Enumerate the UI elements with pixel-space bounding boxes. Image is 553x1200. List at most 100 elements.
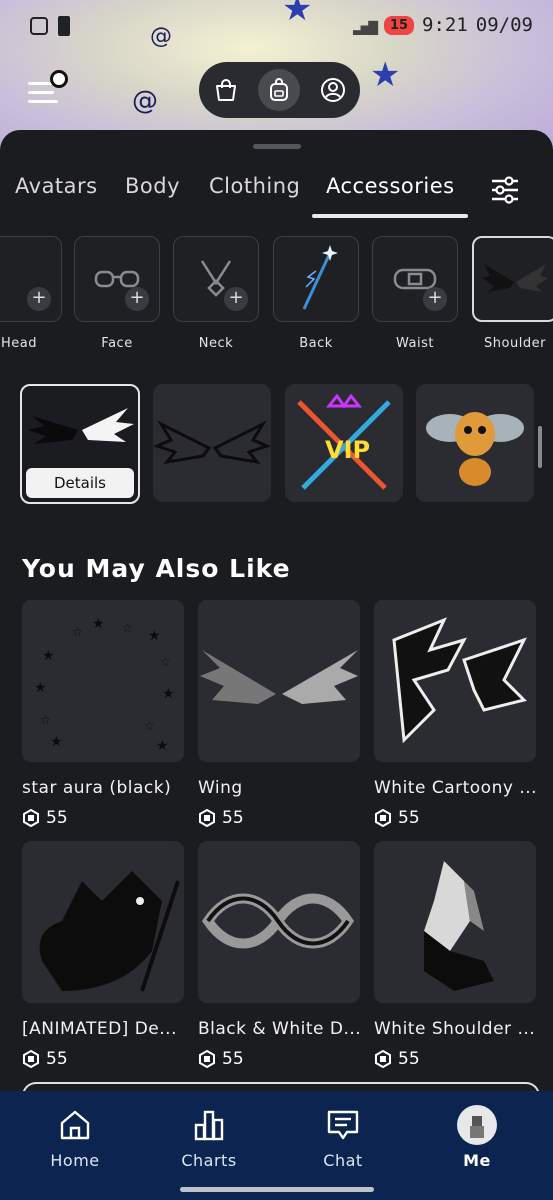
subcategory-tile: + — [173, 236, 259, 322]
item-price-value: 55 — [222, 1049, 244, 1069]
home-indicator[interactable] — [180, 1187, 374, 1192]
scrollbar[interactable] — [538, 426, 542, 468]
item-card[interactable]: White Shoulder ... 55 — [374, 841, 536, 1069]
bottom-navigation: Home Charts Chat Me — [0, 1091, 553, 1200]
status-time: 9:21 — [422, 14, 468, 36]
robux-icon — [375, 1050, 391, 1068]
charts-icon — [194, 1110, 224, 1141]
wing-thumbnail — [482, 264, 548, 292]
item-thumbnail: ★ ☆ ★ ☆ ★ ☆ ★ ★ ☆ ☆ ★ ★ — [22, 600, 184, 762]
alert-icon — [58, 16, 70, 36]
add-icon: + — [224, 287, 248, 311]
category-tabs: Avatars Body Clothing Accessories — [0, 174, 553, 214]
item-price-value: 55 — [46, 1049, 68, 1069]
section-title: You May Also Like — [22, 554, 291, 583]
nav-charts[interactable]: Charts — [164, 1105, 254, 1170]
swirl-decoration: @ — [132, 86, 158, 116]
robux-icon — [199, 809, 215, 827]
item-thumbnail — [198, 600, 360, 762]
item-thumbnail — [374, 600, 536, 762]
svg-text:☆: ☆ — [144, 719, 155, 733]
robux-icon — [23, 809, 39, 827]
subcategory-face[interactable]: + Face — [74, 236, 160, 351]
dark-wings-thumbnail — [153, 420, 271, 465]
sliders-icon — [492, 176, 518, 204]
item-card[interactable]: ★ ☆ ★ ☆ ★ ☆ ★ ★ ☆ ☆ ★ ★ star aura (black… — [22, 600, 184, 828]
animated-demon-cat-thumbnail — [39, 871, 180, 992]
nav-home[interactable]: Home — [30, 1105, 120, 1170]
equipped-item-selected[interactable]: Details — [20, 384, 140, 504]
avatar-button[interactable] — [312, 69, 354, 111]
item-price-value: 55 — [46, 808, 68, 828]
nav-label: Chat — [323, 1151, 363, 1170]
subcategory-waist[interactable]: + Waist — [372, 236, 458, 351]
add-icon: + — [125, 287, 149, 311]
menu-button[interactable] — [28, 70, 68, 104]
black-white-wings-thumbnail — [28, 408, 134, 444]
svg-text:★: ★ — [42, 648, 55, 664]
subcategory-tile: + — [372, 236, 458, 322]
mode-switcher — [199, 62, 360, 118]
svg-text:VIP: VIP — [325, 436, 370, 464]
equipped-item[interactable]: VIP — [285, 384, 403, 502]
subcategory-label: Neck — [198, 336, 234, 351]
svg-text:★: ★ — [50, 734, 63, 750]
item-price-value: 55 — [222, 808, 244, 828]
nav-label: Home — [50, 1151, 100, 1170]
nav-chat[interactable]: Chat — [298, 1105, 388, 1170]
svg-text:★: ★ — [162, 686, 175, 702]
item-thumbnail — [374, 841, 536, 1003]
status-icons-left — [30, 16, 70, 36]
white-shoulder-thumbnail — [424, 861, 494, 991]
battery-badge: 15 — [383, 15, 415, 35]
tab-clothing[interactable]: Clothing — [209, 174, 300, 198]
filter-button[interactable] — [490, 176, 526, 206]
item-card[interactable]: White Cartoony ... 55 — [374, 600, 536, 828]
item-price: 55 — [374, 808, 536, 828]
item-card[interactable]: [ANIMATED] De... 55 — [22, 841, 184, 1069]
signal-icon: ▂▄▆ — [353, 15, 378, 35]
item-price: 55 — [198, 808, 360, 828]
home-icon — [60, 1110, 90, 1140]
bee-pet-thumbnail — [426, 412, 524, 486]
equipped-item[interactable] — [153, 384, 271, 502]
svg-text:☆: ☆ — [72, 625, 83, 639]
inventory-button[interactable] — [258, 69, 301, 111]
nav-me[interactable]: Me — [432, 1105, 522, 1170]
white-cartoony-wings-thumbnail — [392, 617, 527, 744]
tab-avatars[interactable]: Avatars — [15, 174, 98, 198]
equipped-item[interactable] — [416, 384, 534, 502]
item-name: White Shoulder ... — [374, 1019, 536, 1039]
robux-icon — [375, 809, 391, 827]
avatar-profile-icon — [321, 78, 346, 102]
details-button[interactable]: Details — [26, 468, 134, 498]
robux-icon — [23, 1050, 39, 1068]
robux-icon — [199, 1050, 215, 1068]
star-decoration: ★ — [282, 0, 313, 29]
shop-button[interactable] — [205, 69, 247, 111]
subcategory-label: Back — [299, 336, 333, 351]
subcategory-head[interactable]: + Head — [0, 236, 62, 351]
subcategory-row: + Head + Face + Neck Back + Waist Should… — [0, 218, 553, 358]
subcategory-tile — [273, 236, 359, 322]
svg-text:☆: ☆ — [160, 655, 171, 669]
swirl-decoration: @ — [150, 24, 172, 49]
subcategory-label: Waist — [396, 336, 434, 351]
chat-icon — [327, 1110, 359, 1140]
subcategory-back[interactable]: Back — [273, 236, 359, 351]
subcategory-label: Head — [1, 336, 37, 351]
tab-accessories[interactable]: Accessories — [326, 174, 455, 198]
item-card[interactable]: Wing 55 — [198, 600, 360, 828]
subcategory-shoulder[interactable]: Shoulder — [472, 236, 553, 351]
subcategory-neck[interactable]: + Neck — [173, 236, 259, 351]
avatar-image — [470, 1116, 484, 1138]
item-card[interactable]: Black & White D... 55 — [198, 841, 360, 1069]
item-price-value: 55 — [398, 808, 420, 828]
notification-dot — [50, 70, 68, 88]
status-date: 09/09 — [475, 14, 533, 36]
shopping-bag-icon — [215, 79, 236, 101]
item-name: Wing — [198, 778, 243, 798]
sheet-grabber[interactable] — [253, 144, 301, 149]
item-name: Black & White D... — [198, 1019, 360, 1039]
tab-body[interactable]: Body — [125, 174, 180, 198]
